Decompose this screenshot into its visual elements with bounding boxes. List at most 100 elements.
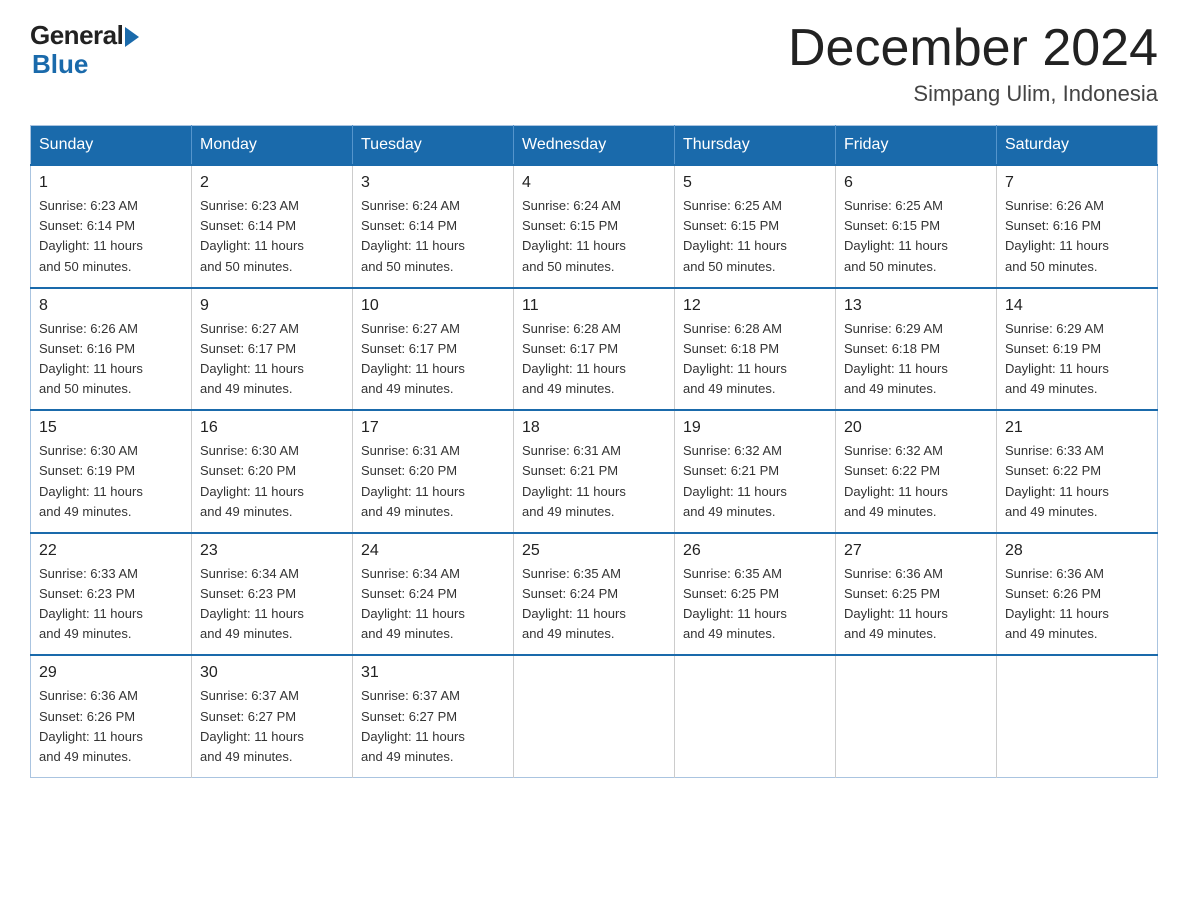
calendar-cell: 31 Sunrise: 6:37 AMSunset: 6:27 PMDayligh… bbox=[353, 655, 514, 777]
calendar-cell: 19 Sunrise: 6:32 AMSunset: 6:21 PMDayligh… bbox=[675, 410, 836, 533]
day-number: 29 bbox=[39, 664, 183, 682]
day-info: Sunrise: 6:28 AMSunset: 6:17 PMDaylight:… bbox=[522, 319, 666, 400]
day-number: 18 bbox=[522, 419, 666, 437]
day-number: 12 bbox=[683, 297, 827, 315]
day-number: 21 bbox=[1005, 419, 1149, 437]
day-info: Sunrise: 6:32 AMSunset: 6:21 PMDaylight:… bbox=[683, 441, 827, 522]
weekday-header-row: SundayMondayTuesdayWednesdayThursdayFrid… bbox=[31, 126, 1158, 166]
calendar-cell: 24 Sunrise: 6:34 AMSunset: 6:24 PMDayligh… bbox=[353, 533, 514, 656]
calendar-week-row: 22 Sunrise: 6:33 AMSunset: 6:23 PMDayligh… bbox=[31, 533, 1158, 656]
day-info: Sunrise: 6:30 AMSunset: 6:20 PMDaylight:… bbox=[200, 441, 344, 522]
calendar-cell: 29 Sunrise: 6:36 AMSunset: 6:26 PMDayligh… bbox=[31, 655, 192, 777]
day-info: Sunrise: 6:34 AMSunset: 6:23 PMDaylight:… bbox=[200, 564, 344, 645]
calendar-header: SundayMondayTuesdayWednesdayThursdayFrid… bbox=[31, 126, 1158, 166]
page-header: General Blue December 2024 Simpang Ulim,… bbox=[30, 20, 1158, 107]
day-number: 4 bbox=[522, 174, 666, 192]
day-info: Sunrise: 6:24 AMSunset: 6:14 PMDaylight:… bbox=[361, 196, 505, 277]
day-info: Sunrise: 6:29 AMSunset: 6:18 PMDaylight:… bbox=[844, 319, 988, 400]
weekday-header-saturday: Saturday bbox=[997, 126, 1158, 166]
calendar-cell: 4 Sunrise: 6:24 AMSunset: 6:15 PMDaylight… bbox=[514, 165, 675, 288]
day-number: 14 bbox=[1005, 297, 1149, 315]
day-info: Sunrise: 6:23 AMSunset: 6:14 PMDaylight:… bbox=[200, 196, 344, 277]
day-number: 24 bbox=[361, 542, 505, 560]
logo-blue-text: Blue bbox=[30, 49, 88, 80]
day-number: 13 bbox=[844, 297, 988, 315]
day-info: Sunrise: 6:36 AMSunset: 6:25 PMDaylight:… bbox=[844, 564, 988, 645]
day-info: Sunrise: 6:23 AMSunset: 6:14 PMDaylight:… bbox=[39, 196, 183, 277]
calendar-cell: 27 Sunrise: 6:36 AMSunset: 6:25 PMDayligh… bbox=[836, 533, 997, 656]
day-number: 2 bbox=[200, 174, 344, 192]
day-info: Sunrise: 6:37 AMSunset: 6:27 PMDaylight:… bbox=[200, 686, 344, 767]
calendar-cell: 3Sunrise: 6:24 AMSunset: 6:14 PMDaylight… bbox=[353, 165, 514, 288]
day-number: 1 bbox=[39, 174, 183, 192]
title-block: December 2024 Simpang Ulim, Indonesia bbox=[788, 20, 1158, 107]
day-number: 8 bbox=[39, 297, 183, 315]
month-title: December 2024 bbox=[788, 20, 1158, 77]
calendar-cell bbox=[836, 655, 997, 777]
day-number: 19 bbox=[683, 419, 827, 437]
weekday-header-sunday: Sunday bbox=[31, 126, 192, 166]
day-info: Sunrise: 6:25 AMSunset: 6:15 PMDaylight:… bbox=[683, 196, 827, 277]
calendar-cell: 8Sunrise: 6:26 AMSunset: 6:16 PMDaylight… bbox=[31, 288, 192, 411]
day-number: 9 bbox=[200, 297, 344, 315]
calendar-week-row: 15 Sunrise: 6:30 AMSunset: 6:19 PMDayligh… bbox=[31, 410, 1158, 533]
calendar-cell: 13 Sunrise: 6:29 AMSunset: 6:18 PMDayligh… bbox=[836, 288, 997, 411]
calendar-cell: 2 Sunrise: 6:23 AMSunset: 6:14 PMDaylight… bbox=[192, 165, 353, 288]
location-title: Simpang Ulim, Indonesia bbox=[788, 81, 1158, 107]
calendar-cell: 18 Sunrise: 6:31 AMSunset: 6:21 PMDayligh… bbox=[514, 410, 675, 533]
day-info: Sunrise: 6:24 AMSunset: 6:15 PMDaylight:… bbox=[522, 196, 666, 277]
calendar-cell: 9 Sunrise: 6:27 AMSunset: 6:17 PMDaylight… bbox=[192, 288, 353, 411]
weekday-header-monday: Monday bbox=[192, 126, 353, 166]
day-info: Sunrise: 6:29 AMSunset: 6:19 PMDaylight:… bbox=[1005, 319, 1149, 400]
weekday-header-wednesday: Wednesday bbox=[514, 126, 675, 166]
calendar-cell bbox=[997, 655, 1158, 777]
day-number: 23 bbox=[200, 542, 344, 560]
day-info: Sunrise: 6:26 AMSunset: 6:16 PMDaylight:… bbox=[1005, 196, 1149, 277]
calendar-cell: 6Sunrise: 6:25 AMSunset: 6:15 PMDaylight… bbox=[836, 165, 997, 288]
day-number: 25 bbox=[522, 542, 666, 560]
logo: General Blue bbox=[30, 20, 139, 80]
day-info: Sunrise: 6:27 AMSunset: 6:17 PMDaylight:… bbox=[361, 319, 505, 400]
weekday-header-friday: Friday bbox=[836, 126, 997, 166]
day-info: Sunrise: 6:31 AMSunset: 6:20 PMDaylight:… bbox=[361, 441, 505, 522]
day-number: 11 bbox=[522, 297, 666, 315]
calendar-cell: 14 Sunrise: 6:29 AMSunset: 6:19 PMDayligh… bbox=[997, 288, 1158, 411]
calendar-cell: 23 Sunrise: 6:34 AMSunset: 6:23 PMDayligh… bbox=[192, 533, 353, 656]
weekday-header-tuesday: Tuesday bbox=[353, 126, 514, 166]
calendar-cell: 30Sunrise: 6:37 AMSunset: 6:27 PMDayligh… bbox=[192, 655, 353, 777]
day-info: Sunrise: 6:34 AMSunset: 6:24 PMDaylight:… bbox=[361, 564, 505, 645]
day-info: Sunrise: 6:28 AMSunset: 6:18 PMDaylight:… bbox=[683, 319, 827, 400]
calendar-cell: 21 Sunrise: 6:33 AMSunset: 6:22 PMDayligh… bbox=[997, 410, 1158, 533]
calendar-cell: 26Sunrise: 6:35 AMSunset: 6:25 PMDayligh… bbox=[675, 533, 836, 656]
day-info: Sunrise: 6:35 AMSunset: 6:24 PMDaylight:… bbox=[522, 564, 666, 645]
day-info: Sunrise: 6:35 AMSunset: 6:25 PMDaylight:… bbox=[683, 564, 827, 645]
calendar-table: SundayMondayTuesdayWednesdayThursdayFrid… bbox=[30, 125, 1158, 778]
calendar-cell: 11 Sunrise: 6:28 AMSunset: 6:17 PMDayligh… bbox=[514, 288, 675, 411]
day-info: Sunrise: 6:33 AMSunset: 6:22 PMDaylight:… bbox=[1005, 441, 1149, 522]
calendar-cell: 15 Sunrise: 6:30 AMSunset: 6:19 PMDayligh… bbox=[31, 410, 192, 533]
day-info: Sunrise: 6:31 AMSunset: 6:21 PMDaylight:… bbox=[522, 441, 666, 522]
calendar-cell: 1 Sunrise: 6:23 AMSunset: 6:14 PMDaylight… bbox=[31, 165, 192, 288]
calendar-body: 1 Sunrise: 6:23 AMSunset: 6:14 PMDaylight… bbox=[31, 165, 1158, 777]
calendar-week-row: 29 Sunrise: 6:36 AMSunset: 6:26 PMDayligh… bbox=[31, 655, 1158, 777]
logo-general-text: General bbox=[30, 20, 123, 51]
day-number: 7 bbox=[1005, 174, 1149, 192]
day-info: Sunrise: 6:30 AMSunset: 6:19 PMDaylight:… bbox=[39, 441, 183, 522]
day-number: 15 bbox=[39, 419, 183, 437]
calendar-cell: 20Sunrise: 6:32 AMSunset: 6:22 PMDayligh… bbox=[836, 410, 997, 533]
day-info: Sunrise: 6:27 AMSunset: 6:17 PMDaylight:… bbox=[200, 319, 344, 400]
calendar-week-row: 8Sunrise: 6:26 AMSunset: 6:16 PMDaylight… bbox=[31, 288, 1158, 411]
day-info: Sunrise: 6:37 AMSunset: 6:27 PMDaylight:… bbox=[361, 686, 505, 767]
day-number: 31 bbox=[361, 664, 505, 682]
day-info: Sunrise: 6:36 AMSunset: 6:26 PMDaylight:… bbox=[39, 686, 183, 767]
calendar-cell: 22 Sunrise: 6:33 AMSunset: 6:23 PMDayligh… bbox=[31, 533, 192, 656]
day-number: 16 bbox=[200, 419, 344, 437]
day-number: 6 bbox=[844, 174, 988, 192]
calendar-cell bbox=[675, 655, 836, 777]
day-info: Sunrise: 6:33 AMSunset: 6:23 PMDaylight:… bbox=[39, 564, 183, 645]
calendar-cell bbox=[514, 655, 675, 777]
day-number: 22 bbox=[39, 542, 183, 560]
calendar-cell: 25 Sunrise: 6:35 AMSunset: 6:24 PMDayligh… bbox=[514, 533, 675, 656]
day-number: 27 bbox=[844, 542, 988, 560]
day-info: Sunrise: 6:36 AMSunset: 6:26 PMDaylight:… bbox=[1005, 564, 1149, 645]
